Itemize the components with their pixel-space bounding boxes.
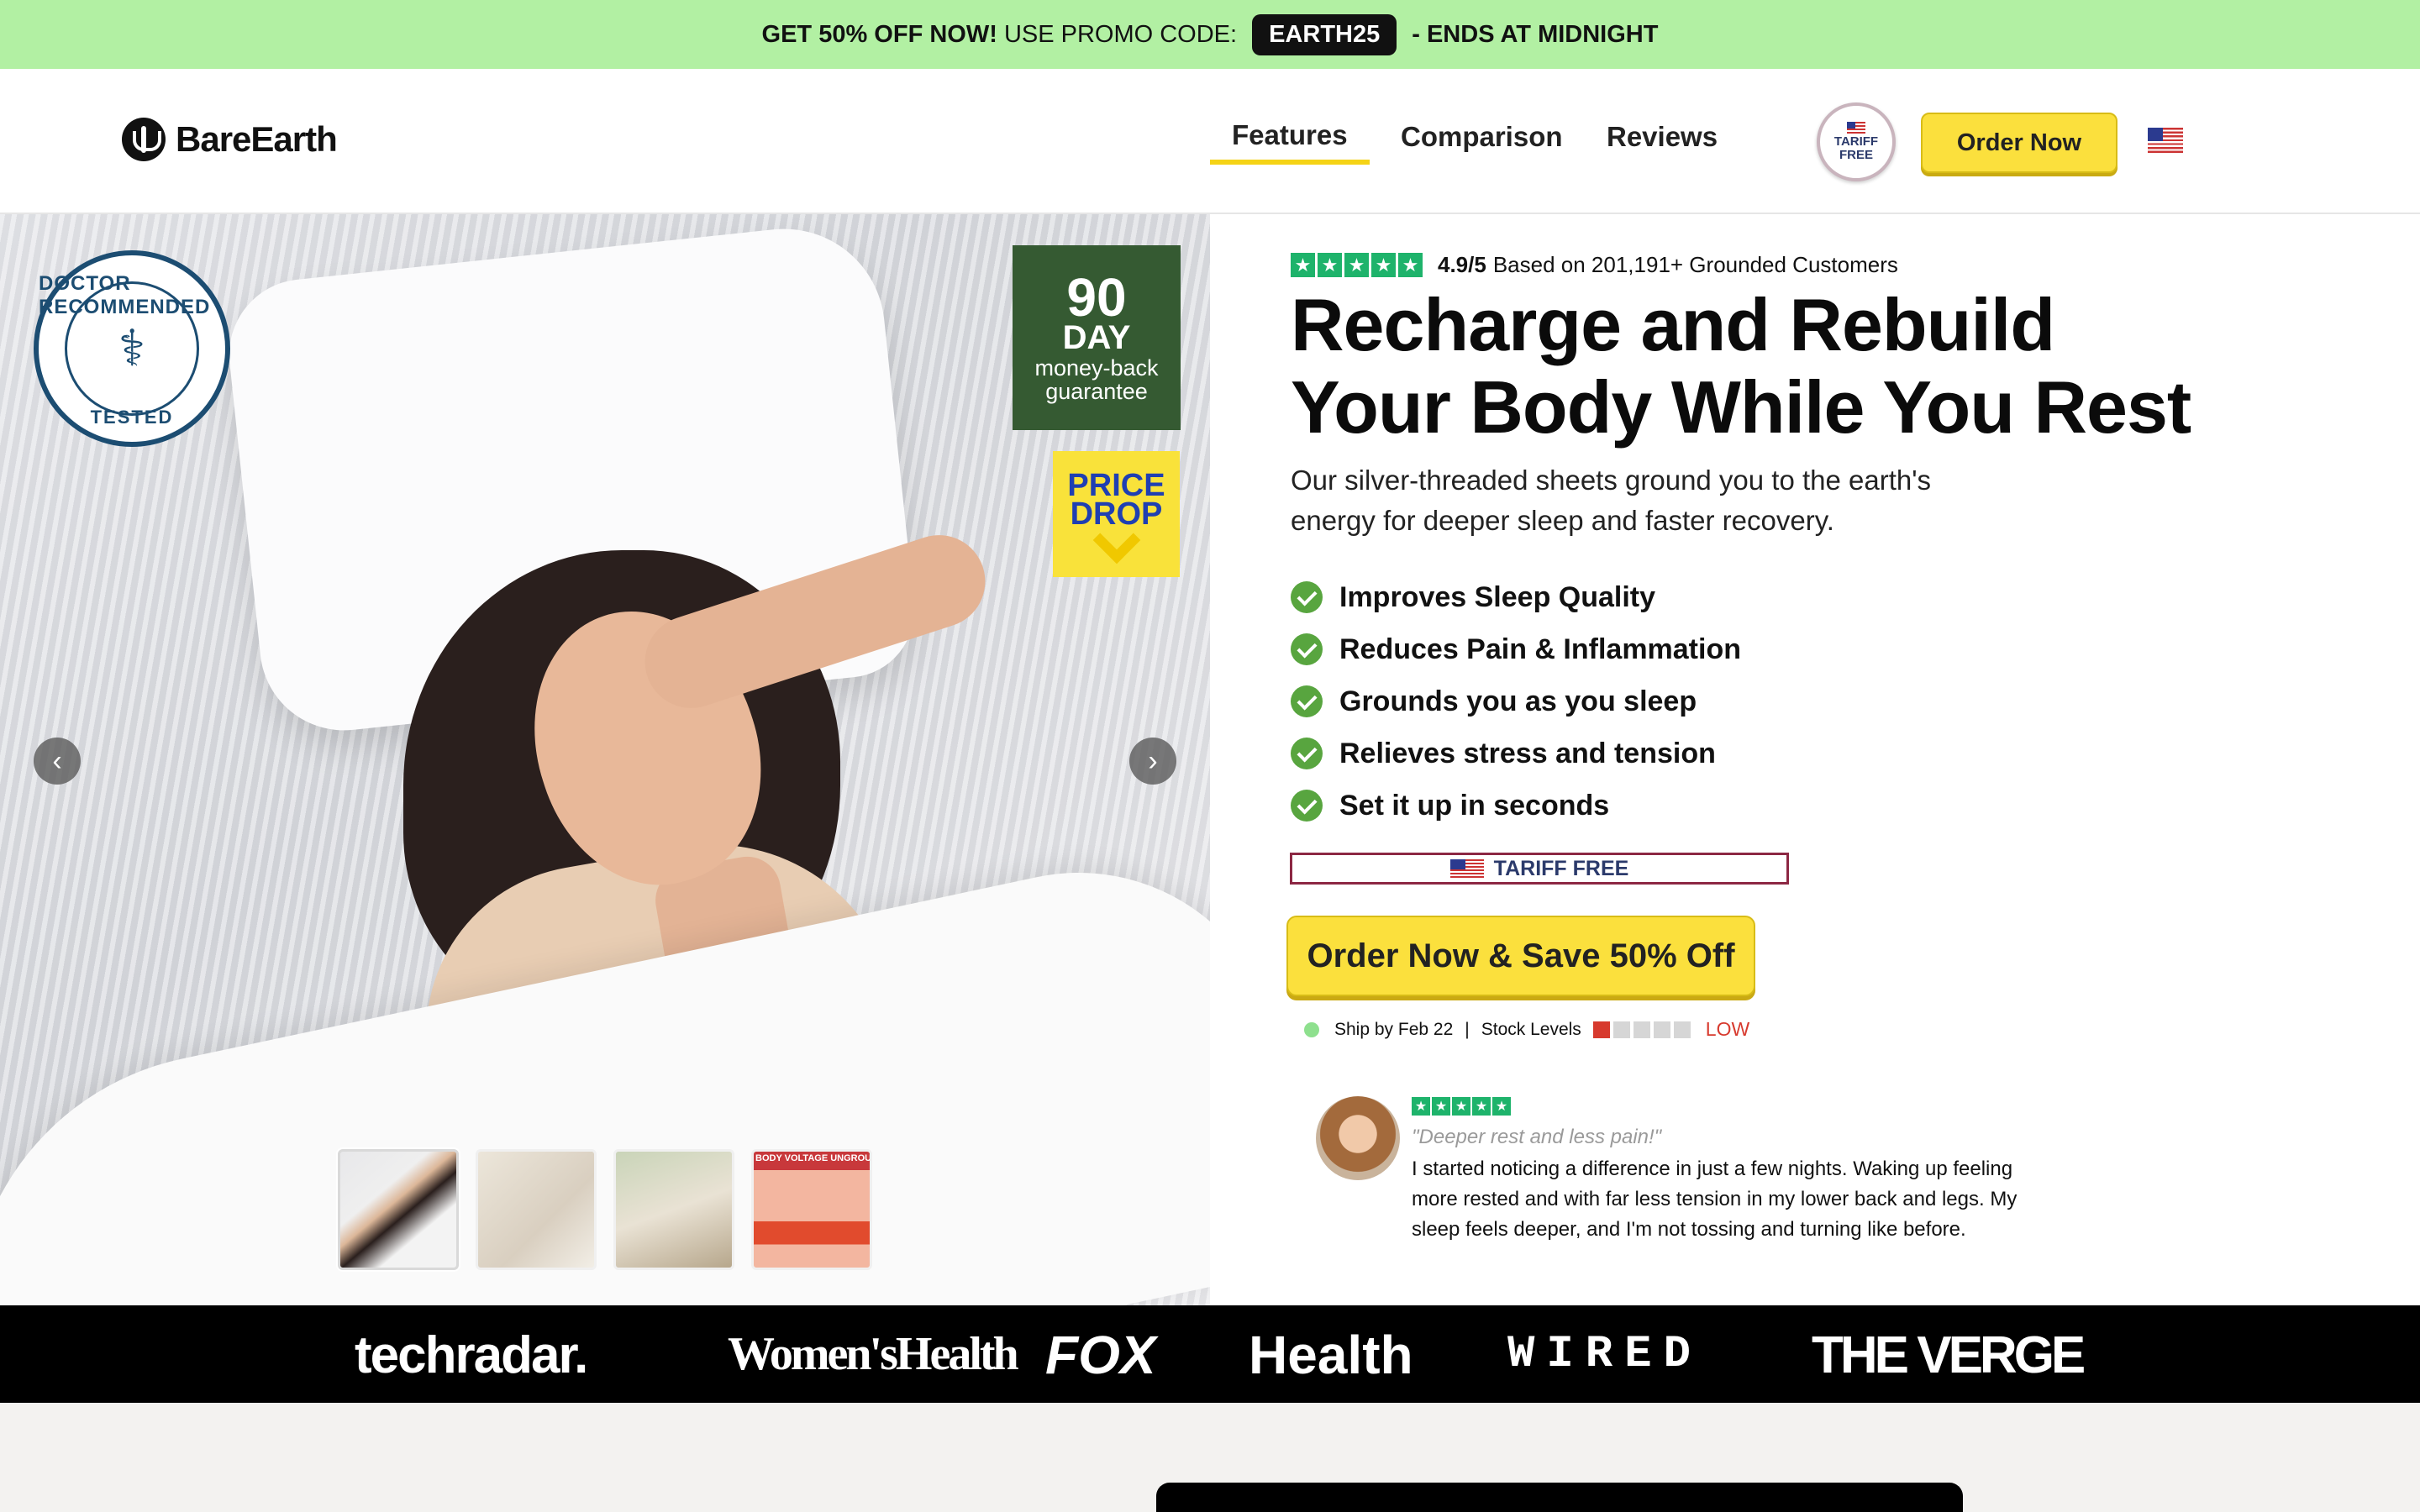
- prev-image-button[interactable]: ‹: [34, 738, 81, 785]
- thumbnail-4[interactable]: BODY VOLTAGE UNGROUNDED: [751, 1149, 872, 1270]
- tariff-free-bar: TARIFF FREE: [1290, 853, 1789, 885]
- page-title: Recharge and Rebuild Your Body While You…: [1291, 283, 2191, 449]
- thumbnail-2[interactable]: [476, 1149, 597, 1270]
- shipping-status: Ship by Feb 22 | Stock Levels LOW: [1304, 1018, 1749, 1041]
- star-icon: ★: [1291, 253, 1315, 277]
- status-dot-icon: [1304, 1021, 1319, 1037]
- star-icon: ★: [1472, 1097, 1491, 1116]
- next-section-card: [1156, 1483, 1963, 1512]
- list-item: Reduces Pain & Inflammation: [1291, 623, 1741, 675]
- rating-stars: ★ ★ ★ ★ ★: [1291, 253, 1423, 277]
- list-item: Improves Sleep Quality: [1291, 571, 1741, 623]
- doctor-recommended-badge: DOCTOR RECOMMENDED ⚕ TESTED: [34, 250, 230, 447]
- press-logo-theverge: THE VERGE: [1812, 1326, 2086, 1384]
- star-icon: ★: [1452, 1097, 1470, 1116]
- badge-top-text: DOCTOR RECOMMENDED: [39, 272, 211, 318]
- press-logo-womenshealth: Women'sHealth: [728, 1328, 1019, 1380]
- press-logo-fox: FOX: [1045, 1325, 1156, 1385]
- list-item: Grounds you as you sleep: [1291, 675, 1741, 727]
- us-flag-icon: [1449, 859, 1484, 878]
- star-icon: ★: [1371, 253, 1396, 277]
- us-flag-icon[interactable]: [2148, 128, 2183, 153]
- promo-tail: - ENDS AT MIDNIGHT: [1412, 20, 1659, 48]
- check-icon: [1291, 633, 1323, 665]
- press-logo-techradar: techradar.: [355, 1326, 588, 1384]
- check-icon: [1291, 790, 1323, 822]
- list-item: Relieves stress and tension: [1291, 727, 1741, 780]
- thumbnail-strip: BODY VOLTAGE UNGROUNDED: [338, 1149, 872, 1270]
- star-icon: ★: [1432, 1097, 1450, 1116]
- ship-date: Ship by Feb 22: [1334, 1019, 1454, 1039]
- stock-level-meter: [1592, 1021, 1691, 1038]
- next-image-button[interactable]: ›: [1129, 738, 1176, 785]
- check-icon: [1291, 685, 1323, 717]
- order-now-button[interactable]: Order Now: [1921, 113, 2118, 173]
- stock-label: Stock Levels: [1481, 1019, 1581, 1039]
- list-item: Set it up in seconds: [1291, 780, 1741, 832]
- hero-subtext: Our silver-threaded sheets ground you to…: [1291, 465, 1932, 536]
- review-quote: "Deeper rest and less pain!": [1412, 1126, 1662, 1148]
- press-logo-health: Health: [1249, 1325, 1413, 1385]
- benefit-list: Improves Sleep Quality Reduces Pain & In…: [1291, 571, 1741, 832]
- thumbnail-4-caption: BODY VOLTAGE UNGROUNDED: [755, 1153, 872, 1163]
- review-stars: ★ ★ ★ ★ ★: [1412, 1097, 1511, 1116]
- tariff-free-badge: TARIFF FREE: [1817, 102, 1896, 181]
- badge-bottom-text: TESTED: [90, 407, 174, 428]
- promo-banner: GET 50% OFF NOW! USE PROMO CODE: EARTH25…: [0, 0, 2420, 69]
- nav-features[interactable]: Features: [1210, 119, 1370, 165]
- rating-value: 4.9/5: [1438, 252, 1486, 277]
- rating-text: Based on 201,191+ Grounded Customers: [1492, 252, 1898, 277]
- check-icon: [1291, 581, 1323, 613]
- stock-status: LOW: [1705, 1018, 1750, 1040]
- nav-reviews[interactable]: Reviews: [1585, 121, 1739, 161]
- avatar: [1316, 1096, 1400, 1180]
- logo-tree-icon: [122, 118, 166, 161]
- star-icon: ★: [1344, 253, 1369, 277]
- promo-code: EARTH25: [1252, 13, 1397, 55]
- nav-comparison[interactable]: Comparison: [1379, 121, 1585, 161]
- us-flag-icon: [1847, 122, 1865, 134]
- review-body: I started noticing a difference in just …: [1412, 1158, 2018, 1241]
- star-icon: ★: [1412, 1097, 1430, 1116]
- thumbnail-3[interactable]: [613, 1149, 734, 1270]
- price-drop-badge: PRICE DROP: [1053, 451, 1180, 577]
- order-save-button[interactable]: Order Now & Save 50% Off: [1286, 916, 1755, 996]
- press-logo-wired: WIRED: [1507, 1329, 1703, 1380]
- check-icon: [1291, 738, 1323, 769]
- star-icon: ★: [1318, 253, 1342, 277]
- guarantee-badge: 90 DAY money-back guarantee: [1013, 245, 1181, 430]
- rating-summary: ★ ★ ★ ★ ★ 4.9/5 Based on 201,191+ Grounded C…: [1291, 252, 1898, 278]
- star-icon: ★: [1492, 1097, 1511, 1116]
- star-icon: ★: [1398, 253, 1423, 277]
- logo-text: BareEarth: [176, 119, 338, 159]
- logo[interactable]: BareEarth: [122, 118, 338, 161]
- promo-middle: USE PROMO CODE:: [1003, 20, 1238, 48]
- promo-lead: GET 50% OFF NOW!: [761, 20, 997, 48]
- thumbnail-1[interactable]: [338, 1149, 459, 1270]
